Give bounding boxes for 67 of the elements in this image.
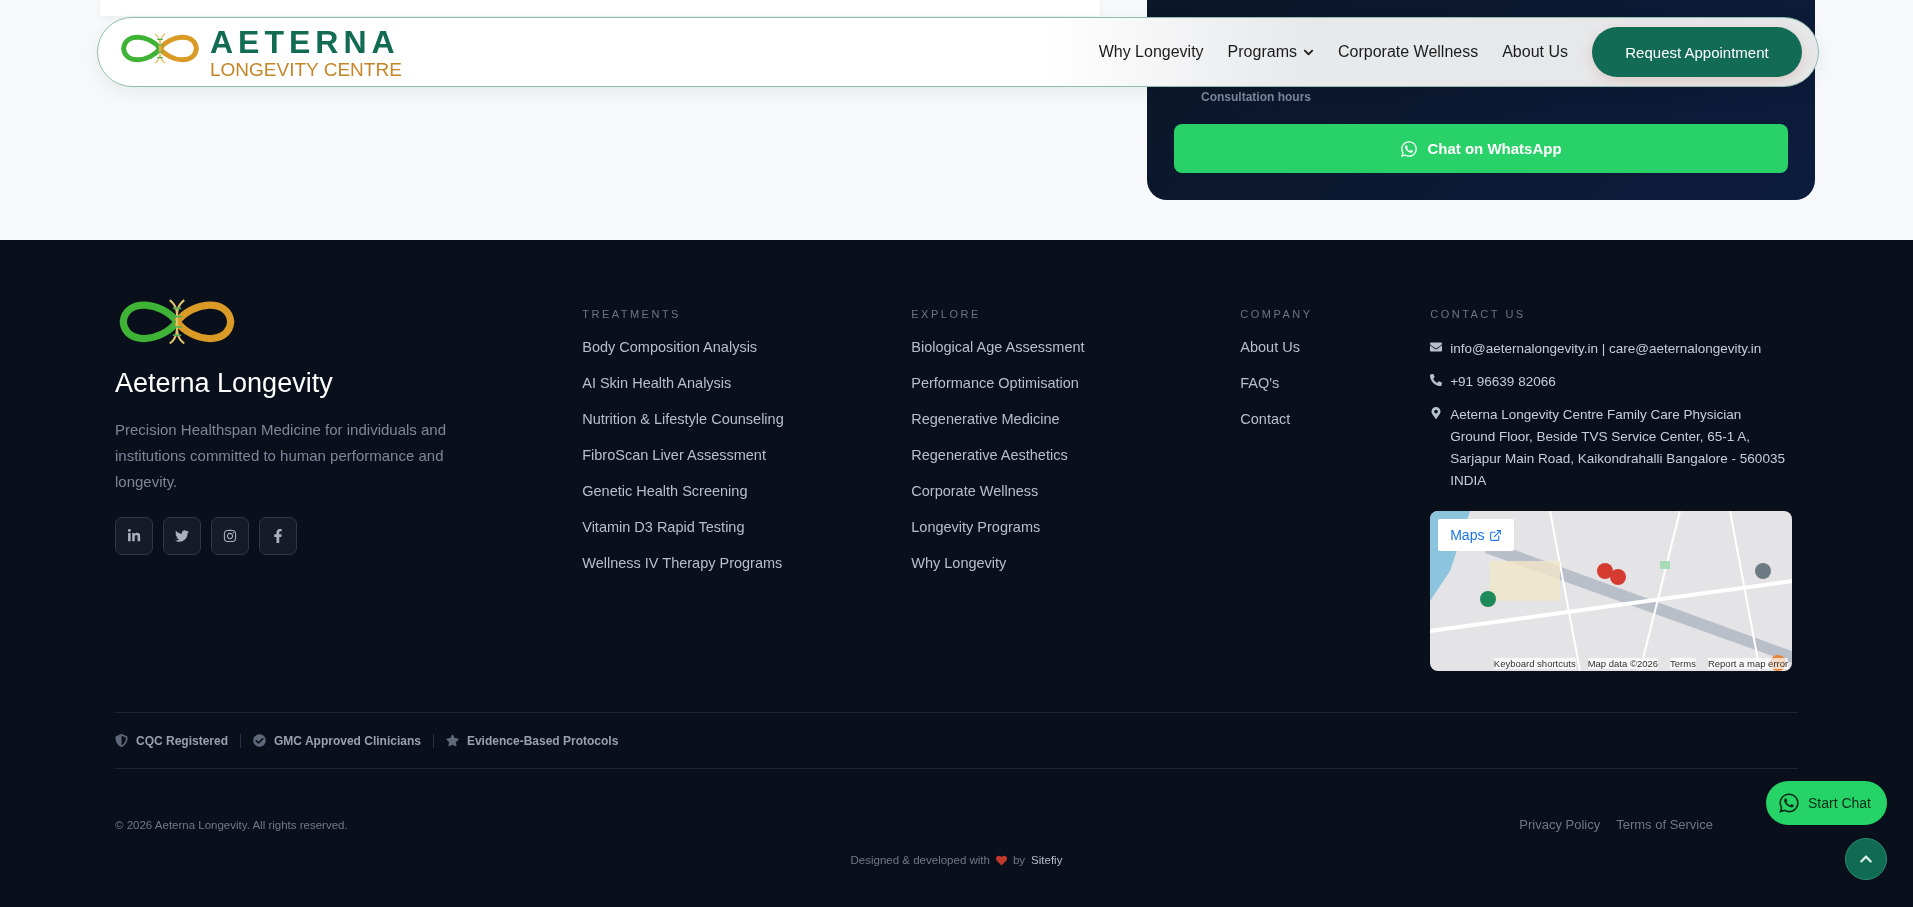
external-link-icon: [1489, 528, 1503, 542]
footer-link[interactable]: Vitamin D3 Rapid Testing: [582, 518, 912, 536]
social-link[interactable]: [115, 517, 153, 555]
footer-link[interactable]: Contact: [1240, 410, 1431, 428]
social-link[interactable]: [211, 517, 249, 555]
legal-link[interactable]: Terms of Service: [1616, 817, 1713, 832]
heart-icon: [995, 854, 1007, 866]
start-chat-button[interactable]: Start Chat: [1765, 781, 1887, 825]
column-heading: EXPLORE: [911, 308, 982, 320]
phone-icon: [1430, 374, 1443, 386]
footer-link[interactable]: Genetic Health Screening: [582, 482, 912, 500]
footer-link[interactable]: FAQ's: [1240, 374, 1431, 392]
linkedin-icon: [127, 529, 141, 543]
credit-by: by: [1012, 854, 1026, 866]
footer-link[interactable]: Nutrition & Lifestyle Counseling: [582, 410, 912, 428]
consultation-note: Consultation hours: [1201, 90, 1312, 106]
copyright: © 2026 Aeterna Longevity. All rights reserved.: [115, 818, 348, 831]
footer-link[interactable]: Performance Optimisation: [911, 374, 1241, 392]
footer-link[interactable]: Why Longevity: [911, 554, 1241, 572]
credit-text: Designed & developed with: [850, 854, 990, 866]
map[interactable]: Maps Keyboard shortcuts Map data ©2026 Terms Report a map error: [1430, 511, 1793, 671]
footer-link[interactable]: AI Skin Health Analysis: [582, 374, 912, 392]
nav-link[interactable]: Corporate Wellness: [1337, 43, 1479, 61]
map-attribution-link[interactable]: Map data ©2026: [1587, 658, 1659, 669]
whatsapp-icon: [1400, 139, 1419, 158]
brand-title: AETERNA: [210, 25, 401, 58]
footer-link[interactable]: Body Composition Analysis: [582, 338, 912, 356]
maps-link[interactable]: Maps: [1438, 519, 1515, 551]
footer-link[interactable]: Regenerative Aesthetics: [911, 446, 1241, 464]
mail-icon: [1430, 341, 1443, 353]
footer-brand-name: Aeterna Longevity: [115, 368, 334, 399]
nav-link[interactable]: About Us: [1502, 43, 1568, 61]
contact-text: info@aeternalongevity.in | care@aeternalongevity.in: [1450, 340, 1762, 358]
social-link[interactable]: [259, 517, 297, 555]
instagram-icon: [223, 529, 237, 543]
footer-link[interactable]: About Us: [1240, 338, 1431, 356]
map-attribution-link[interactable]: Keyboard shortcuts: [1493, 658, 1576, 669]
map-attribution-link[interactable]: Terms: [1670, 658, 1696, 669]
brand-subtitle: LONGEVITY CENTRE: [210, 59, 402, 79]
column-heading: TREATMENTS: [582, 308, 682, 320]
legal-link[interactable]: Privacy Policy: [1519, 817, 1601, 832]
map-attribution-link[interactable]: Report a map error: [1707, 658, 1789, 669]
request-appointment-button[interactable]: Request Appointment: [1592, 27, 1802, 77]
location-pin-icon: [1430, 407, 1443, 419]
footer-link[interactable]: Corporate Wellness: [911, 482, 1241, 500]
contact-text: Aeterna Longevity Centre Family Care Physician Ground Floor, Beside TVS Service Center, 65-1 A, Sarjapur Main Road, Kaikondrahalli Bangalore - 560035 INDIA: [1450, 406, 1785, 490]
trust-badge-label: Evidence-Based Protocols: [466, 733, 619, 748]
footer-link[interactable]: Longevity Programs: [911, 518, 1241, 536]
shield-icon: [115, 734, 128, 747]
column-heading: CONTACT US: [1430, 308, 1527, 320]
facebook-icon: [271, 529, 285, 543]
footer-link[interactable]: Regenerative Medicine: [911, 410, 1241, 428]
contact-text: +91 96639 82066: [1450, 373, 1556, 391]
star-icon: [445, 734, 459, 747]
author-link[interactable]: Sitefiy: [1031, 854, 1063, 866]
twitter-icon: [175, 529, 189, 543]
trust-badge-label: GMC Approved Clinicians: [274, 733, 421, 748]
whatsapp-icon: [1777, 792, 1800, 814]
footer-link[interactable]: Biological Age Assessment: [911, 338, 1241, 356]
footer-link[interactable]: FibroScan Liver Assessment: [582, 446, 912, 464]
column-heading: COMPANY: [1240, 308, 1314, 320]
social-link[interactable]: [163, 517, 201, 555]
trust-badge-label: CQC Registered: [136, 733, 229, 748]
nav-link[interactable]: Programs: [1227, 43, 1314, 61]
brand-description: Precision Healthspan Medicine for individuals and institutions committed to human performance and longevity.: [115, 420, 448, 492]
footer-link[interactable]: Wellness IV Therapy Programs: [582, 554, 912, 572]
nav-link[interactable]: Why Longevity: [1098, 43, 1204, 61]
